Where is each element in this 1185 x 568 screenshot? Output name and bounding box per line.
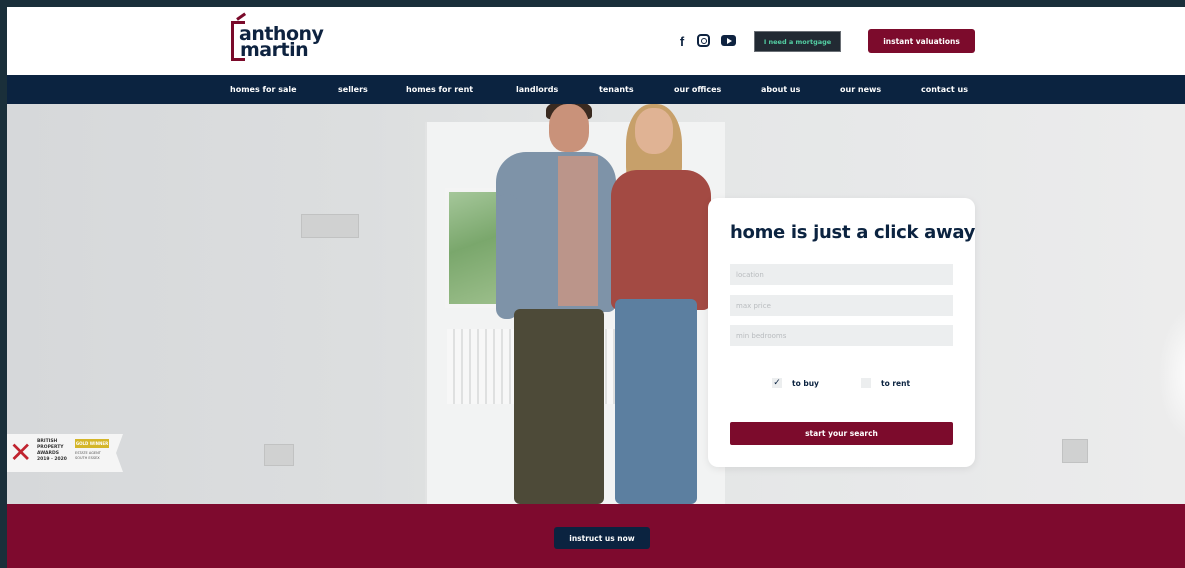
cta-band: instruct us now (7, 504, 1185, 568)
wall-socket (264, 444, 294, 466)
youtube-icon[interactable] (721, 35, 736, 46)
min-bedrooms-field[interactable] (730, 325, 953, 346)
search-title: home is just a click away (730, 222, 976, 243)
nav-our-offices[interactable]: our offices (674, 75, 721, 104)
award-text: BRITISH PROPERTY AWARDS 2019 · 2020 (37, 439, 67, 462)
wall-switch (301, 214, 359, 238)
to-rent-option[interactable]: to rent (861, 378, 910, 388)
award-subtitle: ESTATE AGENT SOUTH ESSEX (75, 451, 101, 460)
instant-valuations-button[interactable]: instant valuations (868, 29, 975, 53)
hero-image: ✕ BRITISH PROPERTY AWARDS 2019 · 2020 GO… (7, 104, 1185, 504)
to-rent-checkbox[interactable] (861, 378, 871, 388)
logo-line-2: martin (240, 39, 309, 61)
award-gold-label: GOLD WINNER (75, 439, 109, 448)
nav-contact-us[interactable]: contact us (921, 75, 968, 104)
couple-figure (549, 104, 589, 152)
nav-tenants[interactable]: tenants (599, 75, 634, 104)
nav-homes-for-sale[interactable]: homes for sale (230, 75, 297, 104)
couple-figure (635, 108, 673, 154)
nav-sellers[interactable]: sellers (338, 75, 368, 104)
browser-viewport: anthony martin f I need a mortgage insta… (7, 7, 1185, 568)
location-field[interactable] (730, 264, 953, 285)
to-buy-option[interactable]: ✓ to buy (772, 378, 819, 388)
award-x-icon: ✕ (9, 436, 33, 469)
to-rent-label: to rent (881, 378, 911, 388)
main-nav: homes for sale sellers homes for rent la… (7, 75, 1185, 104)
nav-our-news[interactable]: our news (840, 75, 881, 104)
nav-about-us[interactable]: about us (761, 75, 800, 104)
start-search-button[interactable]: start your search (730, 422, 953, 445)
couple-figure (611, 170, 711, 310)
site-header: anthony martin f I need a mortgage insta… (7, 7, 1185, 75)
couple-figure (615, 299, 697, 504)
max-price-field[interactable] (730, 295, 953, 316)
wall-socket (1062, 439, 1088, 463)
couple-figure (514, 309, 604, 504)
property-search-card: home is just a click away ✓ to buy to re… (708, 198, 975, 467)
nav-homes-for-rent[interactable]: homes for rent (406, 75, 473, 104)
instruct-us-button[interactable]: instruct us now (554, 527, 650, 549)
couple-figure (558, 156, 598, 306)
mortgage-button[interactable]: I need a mortgage (754, 31, 841, 52)
hero-light-glare (1157, 304, 1185, 444)
anthony-martin-logo[interactable]: anthony martin (231, 19, 331, 63)
nav-landlords[interactable]: landlords (516, 75, 558, 104)
instagram-icon[interactable] (697, 34, 710, 47)
to-buy-checkbox[interactable]: ✓ (772, 378, 782, 388)
to-buy-label: to buy (792, 378, 819, 388)
property-award-badge[interactable]: ✕ BRITISH PROPERTY AWARDS 2019 · 2020 GO… (7, 434, 123, 472)
couple-figure (496, 194, 518, 319)
facebook-icon[interactable]: f (676, 34, 688, 49)
